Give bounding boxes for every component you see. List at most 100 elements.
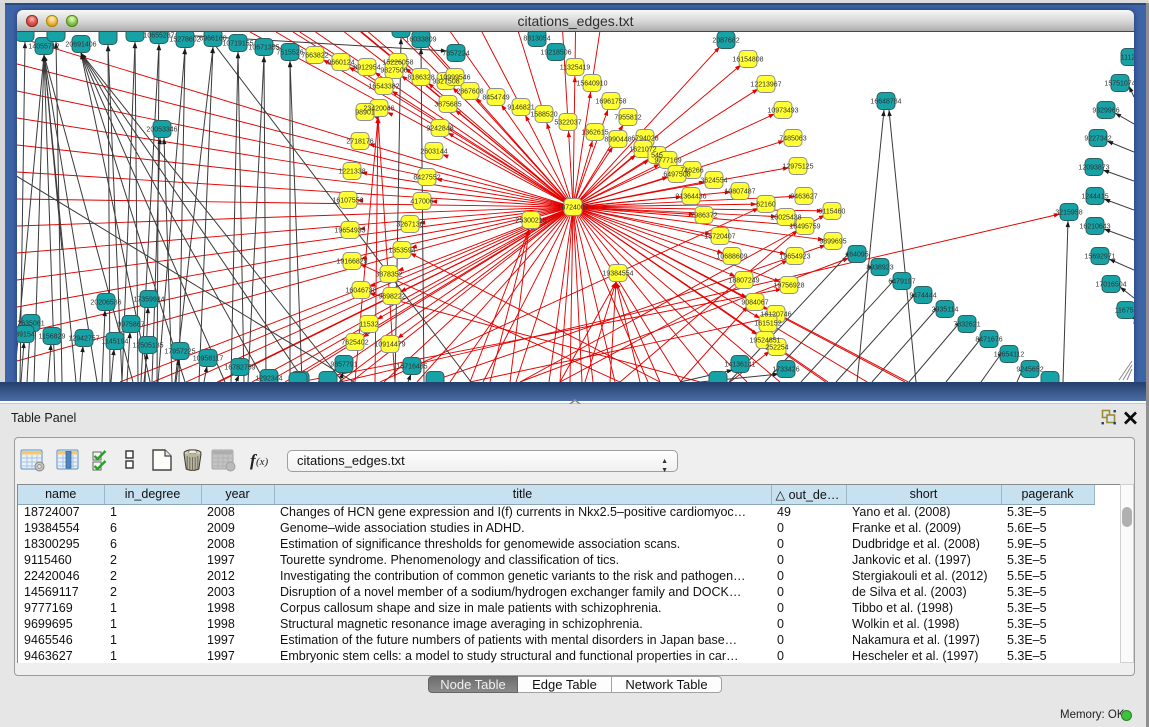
svg-text:11532: 11532 xyxy=(360,322,379,329)
svg-text:12093873: 12093873 xyxy=(1078,165,1109,172)
svg-text:15716485: 15716485 xyxy=(396,364,427,371)
svg-text:10914479: 10914479 xyxy=(374,342,405,349)
svg-text:7625402: 7625402 xyxy=(341,340,368,347)
svg-text:18724007: 18724007 xyxy=(557,205,588,212)
svg-text:14055712: 14055712 xyxy=(28,44,59,51)
svg-text:9827500: 9827500 xyxy=(380,68,407,75)
svg-text:3215958: 3215958 xyxy=(1055,210,1082,217)
svg-text:25300215: 25300215 xyxy=(515,218,546,225)
svg-text:7663822: 7663822 xyxy=(301,53,328,60)
svg-text:2603144: 2603144 xyxy=(420,149,447,156)
svg-text:116753: 116753 xyxy=(1115,308,1134,315)
svg-text:16107553: 16107553 xyxy=(332,198,363,205)
svg-text:7485063: 7485063 xyxy=(779,136,806,143)
svg-text:19756928: 19756928 xyxy=(773,283,804,290)
svg-text:10999546: 10999546 xyxy=(439,75,470,82)
svg-text:8912954: 8912954 xyxy=(353,65,380,72)
svg-text:20053346: 20053346 xyxy=(146,127,177,134)
svg-text:1733426: 1733426 xyxy=(772,367,799,374)
svg-text:3875685: 3875685 xyxy=(434,102,461,109)
svg-text:17359924: 17359924 xyxy=(133,297,164,304)
svg-text:9857791: 9857791 xyxy=(330,362,357,369)
svg-text:8938923: 8938923 xyxy=(866,265,893,272)
svg-text:9146821: 9146821 xyxy=(507,105,534,112)
svg-text:7955812: 7955812 xyxy=(614,115,641,122)
svg-text:1615152: 1615152 xyxy=(754,321,781,328)
svg-text:2087682: 2087682 xyxy=(712,38,739,45)
svg-text:6479197: 6479197 xyxy=(888,279,915,286)
svg-text:7515526: 7515526 xyxy=(276,50,303,57)
svg-text:21364436: 21364436 xyxy=(675,194,706,201)
svg-text:1221338: 1221338 xyxy=(338,169,365,176)
svg-text:16210643: 16210643 xyxy=(1079,224,1110,231)
svg-text:11325419: 11325419 xyxy=(560,65,591,72)
svg-text:10654112: 10654112 xyxy=(994,352,1025,359)
svg-text:9245652: 9245652 xyxy=(1016,367,1043,374)
svg-text:9899695: 9899695 xyxy=(819,239,846,246)
svg-text:19654923: 19654923 xyxy=(779,254,810,261)
svg-text:14136141: 14136141 xyxy=(724,362,755,369)
svg-text:2718176: 2718176 xyxy=(346,139,373,146)
svg-text:16033809: 16033809 xyxy=(405,37,436,44)
svg-text:1362615: 1362615 xyxy=(581,130,608,137)
svg-text:16543382: 16543382 xyxy=(368,84,399,91)
svg-text:12942757: 12942757 xyxy=(68,336,99,343)
svg-text:12975125: 12975125 xyxy=(782,164,813,171)
svg-text:15720407: 15720407 xyxy=(704,234,735,241)
svg-text:17957225: 17957225 xyxy=(164,349,195,356)
svg-text:16648784: 16648784 xyxy=(870,99,901,106)
svg-text:10025438: 10025438 xyxy=(770,215,801,222)
svg-text:1588520: 1588520 xyxy=(530,112,557,119)
svg-text:10973493: 10973493 xyxy=(767,108,798,115)
svg-text:8471676: 8471676 xyxy=(975,337,1002,344)
svg-text:9329966: 9329966 xyxy=(1092,108,1119,115)
svg-text:9975867: 9975867 xyxy=(117,322,144,329)
svg-text:10807487: 10807487 xyxy=(724,189,755,196)
svg-text:15640910: 15640910 xyxy=(576,81,607,88)
svg-text:8990448: 8990448 xyxy=(604,137,631,144)
svg-text:6497508: 6497508 xyxy=(663,172,690,179)
svg-text:20691406: 20691406 xyxy=(65,42,96,49)
svg-text:19384554: 19384554 xyxy=(602,271,633,278)
svg-text:18807249: 18807249 xyxy=(728,278,759,285)
svg-text:39154: 39154 xyxy=(17,332,35,339)
svg-text:2635061: 2635061 xyxy=(17,321,44,328)
svg-text:9777169: 9777169 xyxy=(654,158,681,165)
svg-text:16782759: 16782759 xyxy=(224,365,255,372)
svg-text:8454749: 8454749 xyxy=(482,95,509,102)
svg-text:12505135: 12505135 xyxy=(132,343,163,350)
svg-text:17016504: 17016504 xyxy=(1095,282,1126,289)
svg-text:16961758: 16961758 xyxy=(595,99,626,106)
svg-text:10958117: 10958117 xyxy=(193,356,224,363)
svg-text:9115460: 9115460 xyxy=(819,209,846,216)
svg-text:16046738: 16046738 xyxy=(345,288,376,295)
svg-text:9242848: 9242848 xyxy=(426,126,453,133)
svg-text:10671355: 10671355 xyxy=(248,45,279,52)
svg-text:11123: 11123 xyxy=(1121,55,1134,62)
svg-text:19654933: 19654933 xyxy=(334,228,365,235)
svg-text:19524851: 19524851 xyxy=(749,338,780,345)
svg-text:16154808: 16154808 xyxy=(732,57,763,64)
svg-text:12213967: 12213967 xyxy=(750,82,781,89)
svg-text:8186328: 8186328 xyxy=(407,75,434,82)
svg-text:1145194: 1145194 xyxy=(102,339,129,346)
svg-text:(x): (x) xyxy=(256,456,269,468)
svg-text:15226058: 15226058 xyxy=(382,60,413,67)
svg-text:6794028: 6794028 xyxy=(631,136,658,143)
svg-text:9660124: 9660124 xyxy=(327,60,354,67)
svg-text:15751074: 15751074 xyxy=(1104,81,1134,88)
svg-text:62160: 62160 xyxy=(756,202,776,209)
svg-text:1156829: 1156829 xyxy=(39,334,66,341)
svg-text:10688609: 10688609 xyxy=(716,254,747,261)
svg-text:98901: 98901 xyxy=(355,110,375,117)
svg-text:16120746: 16120746 xyxy=(760,312,791,319)
svg-text:7857224: 7857224 xyxy=(442,51,469,58)
svg-text:9227342: 9227342 xyxy=(1084,136,1111,143)
svg-text:9463627: 9463627 xyxy=(790,194,817,201)
svg-text:252254: 252254 xyxy=(765,345,788,352)
svg-text:3267130: 3267130 xyxy=(396,222,423,229)
svg-text:417006: 417006 xyxy=(410,199,433,206)
svg-text:19218506: 19218506 xyxy=(540,50,571,57)
svg-text:9084067: 9084067 xyxy=(741,300,768,307)
svg-text:3624554: 3624554 xyxy=(700,178,727,185)
